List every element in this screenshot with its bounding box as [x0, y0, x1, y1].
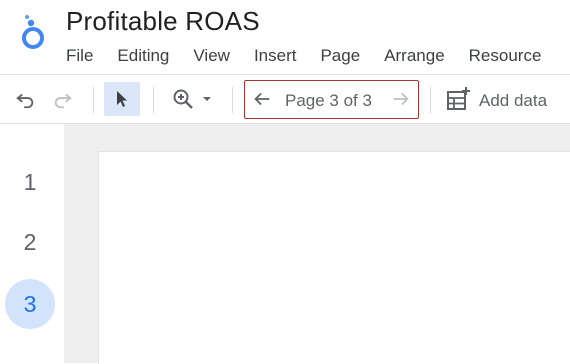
zoom-in-icon: [173, 89, 193, 109]
menu-view[interactable]: View: [193, 46, 230, 66]
next-page-button[interactable]: [387, 82, 415, 116]
toolbar-divider: [232, 87, 233, 113]
app-header: Profitable ROAS File Editing View Insert…: [0, 0, 570, 74]
menu-bar: File Editing View Insert Page Arrange Re…: [66, 46, 565, 66]
page-indicator: Page 3 of 3: [285, 91, 372, 110]
caret-down-icon: [203, 97, 211, 101]
menu-page[interactable]: Page: [320, 46, 360, 66]
previous-page-button[interactable]: [248, 82, 276, 116]
add-data-label[interactable]: Add data: [479, 91, 547, 111]
menu-insert[interactable]: Insert: [254, 46, 297, 66]
undo-button[interactable]: [8, 82, 42, 116]
menu-file[interactable]: File: [66, 46, 93, 66]
select-tool-button[interactable]: [104, 82, 140, 116]
report-title[interactable]: Profitable ROAS: [66, 6, 260, 37]
menu-resource[interactable]: Resource: [469, 46, 542, 66]
pointer-icon: [117, 91, 127, 107]
page-item-3[interactable]: 3: [5, 279, 55, 329]
toolbar-divider: [153, 87, 154, 113]
arrow-left-icon: [254, 92, 270, 106]
report-page-canvas[interactable]: [98, 151, 570, 364]
page-item-2[interactable]: 2: [5, 217, 55, 267]
undo-icon: [16, 93, 34, 109]
looker-studio-logo-icon[interactable]: [20, 14, 48, 52]
redo-button[interactable]: [46, 82, 80, 116]
zoom-button[interactable]: [164, 82, 220, 116]
toolbar-divider: [93, 87, 94, 113]
toolbar: Page 3 of 3 Add data: [0, 74, 570, 124]
menu-arrange[interactable]: Arrange: [384, 46, 444, 66]
page-item-1[interactable]: 1: [5, 157, 55, 207]
toolbar-divider: [430, 87, 431, 113]
page-list: 1 2 3: [0, 124, 64, 363]
add-data-icon: [447, 87, 470, 110]
arrow-right-icon: [393, 92, 409, 106]
add-data-button[interactable]: [442, 82, 474, 116]
menu-editing[interactable]: Editing: [117, 46, 169, 66]
redo-icon: [54, 93, 72, 109]
